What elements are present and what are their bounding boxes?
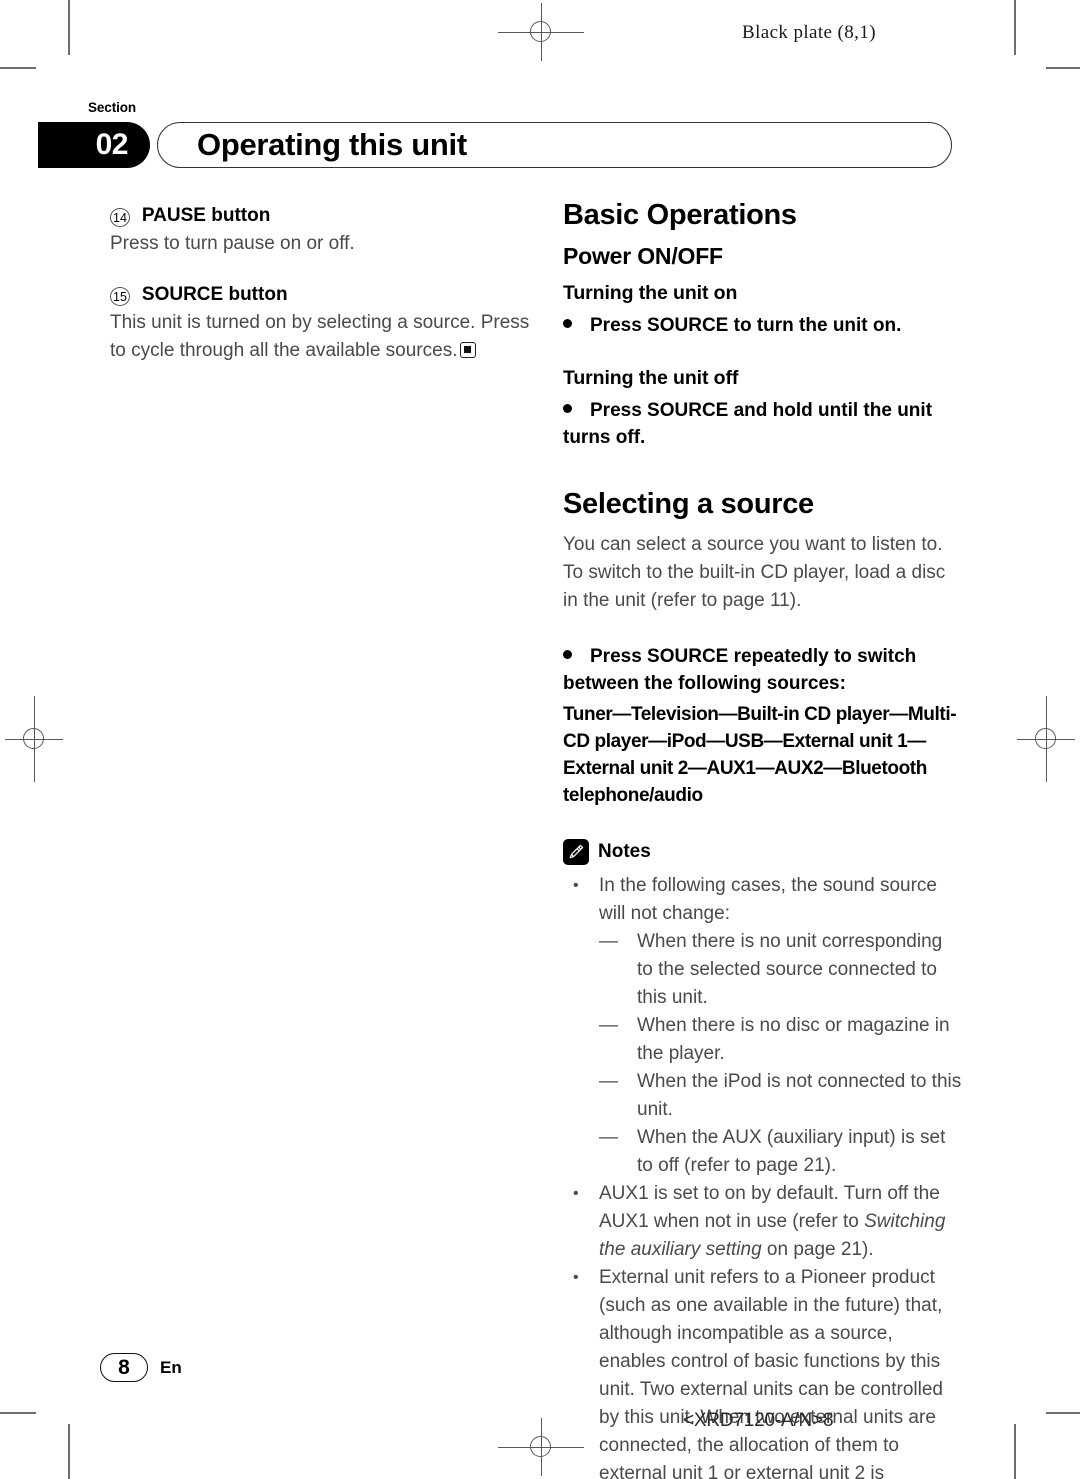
pencil-note-icon	[563, 839, 589, 865]
left-column: 14 PAUSE button Press to turn pause on o…	[110, 205, 535, 391]
black-plate-label: Black plate (8,1)	[742, 22, 876, 43]
bullet-switch-text: Press SOURCE repeatedly to switch betwee…	[563, 646, 917, 694]
page-title: Operating this unit	[197, 127, 467, 162]
registration-mark-top	[498, 3, 584, 61]
heading-turning-unit-off: Turning the unit off	[563, 365, 963, 391]
item-number-14: 14	[110, 208, 130, 227]
note-sub-item: When there is no disc or magazine in the…	[599, 1012, 963, 1068]
note-sub-list: When there is no unit corresponding to t…	[599, 928, 963, 1180]
crop-mark-bottom-right-vertical	[1014, 1424, 1016, 1479]
bullet-turn-on: Press SOURCE to turn the unit on.	[563, 312, 963, 339]
bullet-dot-icon	[563, 404, 572, 413]
list-item-pause-button: 14 PAUSE button	[110, 205, 535, 227]
list-item-source-button: 15 SOURCE button	[110, 284, 535, 306]
bullet-dot-icon	[563, 650, 572, 659]
manual-page: Black plate (8,1) Section 02 Operating t…	[0, 0, 1080, 1479]
registration-mark-right	[1017, 696, 1075, 782]
note-item-text: In the following cases, the sound source…	[599, 875, 937, 924]
note-sub-item: When there is no unit corresponding to t…	[599, 928, 963, 1012]
source-chain-list: Tuner—Television—Built-in CD player—Mult…	[563, 704, 957, 806]
heading-power-on-off: Power ON/OFF	[563, 243, 723, 269]
crop-mark-bottom-left-horizontal	[0, 1412, 36, 1414]
note-text-post: on page 21).	[761, 1239, 874, 1260]
crop-mark-top-right-vertical	[1014, 0, 1016, 55]
crop-mark-top-left-vertical	[68, 0, 70, 55]
crop-mark-bottom-right-horizontal	[1046, 1412, 1080, 1414]
heading-turning-unit-on: Turning the unit on	[563, 282, 738, 304]
page-number-badge: 8	[100, 1353, 148, 1382]
note-item: In the following cases, the sound source…	[563, 872, 963, 1180]
section-number-badge: 02	[38, 122, 150, 168]
section-word-label: Section	[88, 100, 137, 115]
bullet-turn-off-text: Press SOURCE and hold until the unit tur…	[563, 400, 933, 448]
note-item: AUX1 is set to on by default. Turn off t…	[563, 1180, 963, 1264]
heading-selecting-a-source: Selecting a source	[563, 488, 814, 520]
crop-mark-top-right-horizontal	[1046, 67, 1080, 69]
note-sub-item: When the iPod is not connected to this u…	[599, 1068, 963, 1124]
item-title-pause: PAUSE button	[141, 205, 271, 226]
heading-turning-unit-off-text: Turning the unit off	[563, 367, 739, 389]
stop-square-icon	[460, 342, 477, 358]
item-number-15: 15	[110, 287, 130, 306]
item-title-source: SOURCE button	[141, 284, 288, 305]
heading-basic-operations: Basic Operations	[563, 199, 797, 231]
paragraph-selecting-source: You can select a source you want to list…	[563, 534, 946, 611]
bullet-press-source-repeatedly: Press SOURCE repeatedly to switch betwee…	[563, 643, 963, 697]
notes-list: In the following cases, the sound source…	[563, 872, 963, 1479]
note-sub-item: When the AUX (auxiliary input) is set to…	[599, 1124, 963, 1180]
notes-label: Notes	[598, 841, 651, 862]
note-item: External unit refers to a Pioneer produc…	[563, 1264, 963, 1479]
right-column: Basic Operations Power ON/OFF Turning th…	[563, 198, 963, 1479]
notes-header: Notes	[563, 839, 963, 865]
bullet-dot-icon	[563, 319, 572, 328]
bullet-turn-off: Press SOURCE and hold until the unit tur…	[563, 397, 963, 451]
crop-mark-top-left-horizontal	[0, 67, 36, 69]
registration-mark-bottom	[498, 1418, 584, 1476]
language-code: En	[160, 1358, 182, 1377]
item-body-pause: Press to turn pause on or off.	[110, 233, 355, 254]
bullet-turn-on-text: Press SOURCE to turn the unit on.	[590, 315, 902, 336]
item-body-source: This unit is turned on by selecting a so…	[110, 309, 535, 365]
registration-mark-left	[5, 696, 63, 782]
document-code: <XRD7120-A/N>8	[683, 1410, 834, 1431]
crop-mark-bottom-left-vertical	[68, 1424, 70, 1479]
